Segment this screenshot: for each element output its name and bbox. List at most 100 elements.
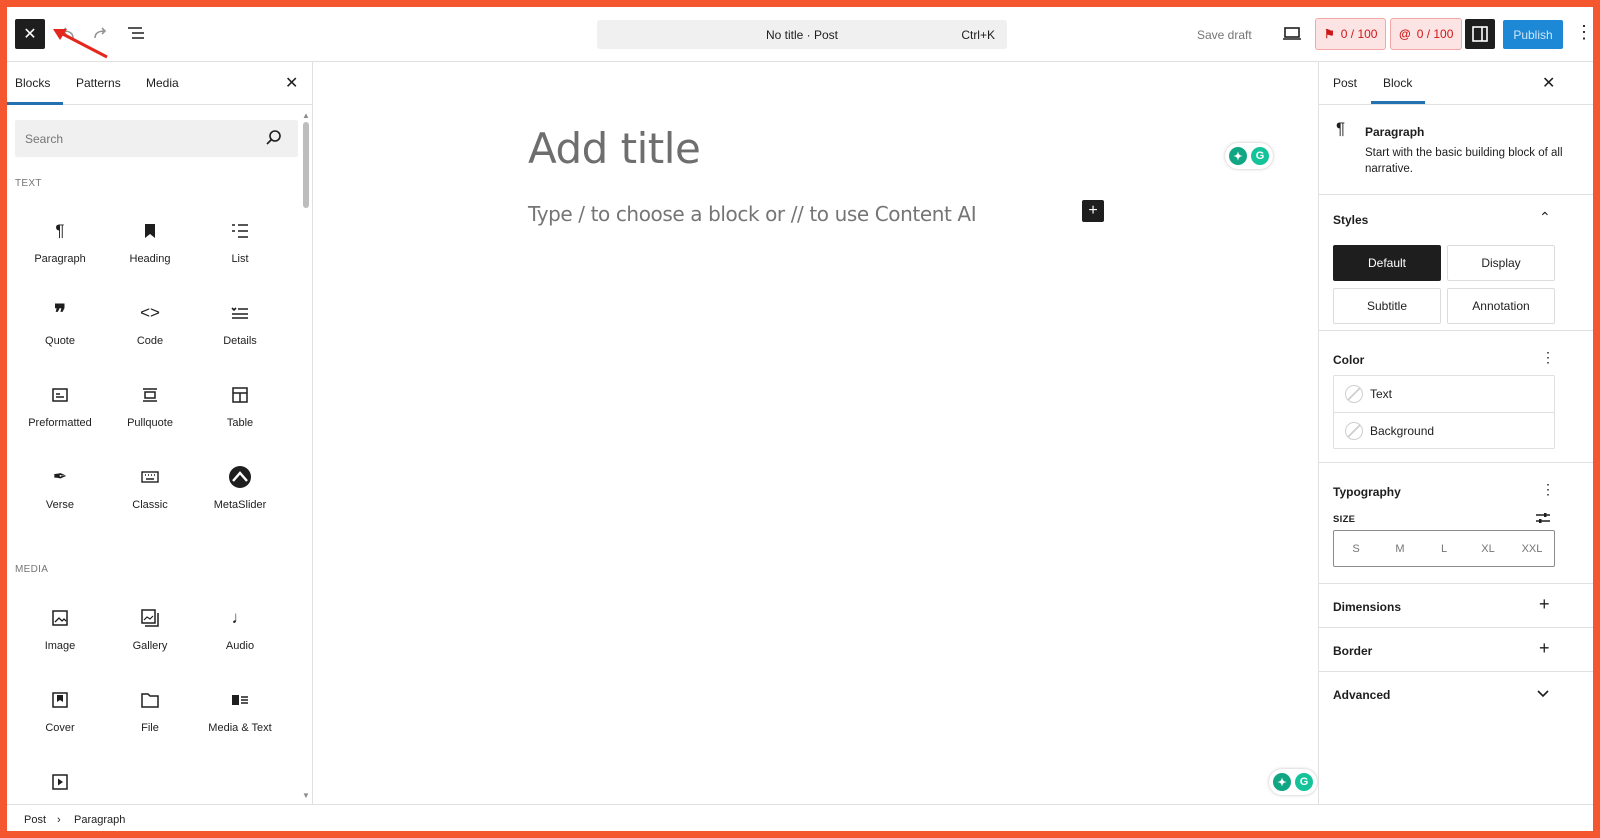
block-image[interactable]: Image — [15, 592, 105, 662]
breadcrumb-post[interactable]: Post — [24, 814, 46, 826]
block-video[interactable] — [15, 756, 105, 804]
block-classic[interactable]: Classic — [105, 451, 195, 521]
scroll-up-icon[interactable]: ▲ — [302, 111, 310, 120]
sidebar-icon — [1472, 26, 1488, 42]
block-label: Audio — [225, 640, 255, 652]
plus-icon[interactable]: + — [1539, 594, 1550, 615]
more-vertical-icon[interactable]: ⋮ — [1541, 481, 1555, 498]
tab-patterns[interactable]: Patterns — [76, 76, 121, 90]
block-heading[interactable]: Heading — [105, 205, 195, 275]
plus-icon[interactable]: + — [1539, 638, 1550, 659]
custom-size-icon[interactable] — [1536, 511, 1550, 525]
styles-panel: Styles ⌃ Default Display Subtitle Annota… — [1319, 195, 1593, 331]
category-text: TEXT — [15, 178, 42, 189]
preview-button[interactable] — [1279, 21, 1305, 47]
video-icon — [48, 770, 72, 794]
advanced-panel[interactable]: Advanced — [1319, 672, 1593, 716]
tab-media[interactable]: Media — [146, 76, 179, 90]
border-panel[interactable]: Border + — [1319, 628, 1593, 672]
tab-block[interactable]: Block — [1383, 76, 1412, 90]
block-pullquote[interactable]: Pullquote — [105, 369, 195, 439]
tab-blocks[interactable]: Blocks — [15, 76, 50, 90]
command-palette-button[interactable]: No title · Post Ctrl+K — [597, 20, 1007, 49]
command-shortcut: Ctrl+K — [961, 28, 995, 42]
advanced-panel-title: Advanced — [1333, 688, 1391, 702]
bulb-icon: ✦ — [1273, 773, 1291, 791]
style-display-button[interactable]: Display — [1447, 245, 1555, 281]
list-icon — [228, 219, 252, 243]
paragraph-icon: ¶ — [55, 221, 65, 240]
block-file[interactable]: File — [105, 674, 195, 744]
metaslider-icon — [228, 465, 252, 489]
grammarly-widget-bottom[interactable]: ✦ G — [1269, 769, 1317, 795]
color-option-label: Background — [1370, 423, 1435, 438]
block-label: Verse — [45, 499, 75, 511]
block-code[interactable]: <> Code — [105, 287, 195, 357]
inserter-tabs: Blocks Patterns Media ✕ — [7, 62, 313, 105]
content-score-button[interactable]: @ 0 / 100 — [1390, 18, 1463, 50]
block-preformatted[interactable]: Preformatted — [15, 369, 105, 439]
image-icon — [48, 606, 72, 630]
grammarly-widget[interactable]: ✦ G — [1225, 143, 1273, 169]
category-media: MEDIA — [15, 564, 49, 575]
seo-score-button[interactable]: ⚑ 0 / 100 — [1315, 18, 1387, 50]
chevron-down-icon[interactable] — [1537, 690, 1549, 698]
close-icon[interactable]: ✕ — [1542, 73, 1555, 93]
size-option-l[interactable]: L — [1424, 543, 1464, 555]
scroll-thumb[interactable] — [303, 122, 309, 208]
list-view-icon — [128, 27, 144, 39]
add-block-button[interactable]: + — [1082, 200, 1104, 222]
audio-icon: ♩ — [231, 608, 249, 627]
breadcrumb-paragraph[interactable]: Paragraph — [74, 814, 125, 826]
block-label: List — [231, 253, 249, 265]
editor-frame: ✕ No title · Post Ctrl+K Save draft ⚑ 0 … — [7, 7, 1593, 831]
close-inserter-button[interactable]: ✕ — [15, 19, 45, 49]
inserter-scrollbar[interactable] — [301, 107, 311, 802]
text-color-option[interactable]: Text — [1334, 376, 1554, 412]
save-draft-button[interactable]: Save draft — [1197, 28, 1252, 42]
color-option-label: Text — [1370, 387, 1393, 401]
dimensions-panel[interactable]: Dimensions + — [1319, 584, 1593, 628]
settings-toggle-button[interactable] — [1465, 19, 1495, 49]
block-list[interactable]: List — [195, 205, 285, 275]
block-cover[interactable]: Cover — [15, 674, 105, 744]
publish-button[interactable]: Publish — [1503, 20, 1563, 49]
block-media-text[interactable]: Media & Text — [195, 674, 285, 744]
scroll-down-icon[interactable]: ▼ — [302, 791, 310, 800]
style-annotation-button[interactable]: Annotation — [1447, 288, 1555, 324]
more-vertical-icon[interactable]: ⋮ — [1541, 349, 1555, 366]
block-search-input[interactable] — [15, 120, 298, 157]
block-paragraph[interactable]: ¶ Paragraph — [15, 205, 105, 275]
background-color-option[interactable]: Background — [1334, 412, 1554, 448]
quote-icon: ❞ — [54, 300, 66, 325]
size-option-xxl[interactable]: XXL — [1512, 543, 1552, 555]
block-table[interactable]: Table — [195, 369, 285, 439]
close-icon[interactable]: ✕ — [285, 73, 298, 93]
style-subtitle-button[interactable]: Subtitle — [1333, 288, 1441, 324]
block-quote[interactable]: ❞ Quote — [15, 287, 105, 357]
tab-post[interactable]: Post — [1333, 76, 1357, 90]
block-gallery[interactable]: Gallery — [105, 592, 195, 662]
post-title-field[interactable]: Add title — [528, 124, 701, 173]
empty-swatch-icon — [1345, 422, 1363, 440]
block-label: Quote — [45, 335, 75, 347]
red-arrow-annotation — [53, 29, 108, 59]
chevron-up-icon[interactable]: ⌃ — [1539, 209, 1551, 226]
block-details[interactable]: Details — [195, 287, 285, 357]
paragraph-block[interactable]: Type / to choose a block or // to use Co… — [528, 202, 977, 226]
style-default-button[interactable]: Default — [1333, 245, 1441, 281]
code-icon: <> — [140, 303, 160, 322]
top-toolbar: ✕ No title · Post Ctrl+K Save draft ⚑ 0 … — [7, 7, 1593, 62]
size-option-xl[interactable]: XL — [1468, 543, 1508, 555]
block-audio[interactable]: ♩ Audio — [195, 592, 285, 662]
block-inserter: Blocks Patterns Media ✕ TEXT ¶ Paragraph… — [7, 62, 313, 804]
block-metaslider[interactable]: MetaSlider — [195, 451, 285, 521]
details-icon — [228, 301, 252, 325]
options-icon[interactable]: ⋮ — [1575, 23, 1593, 41]
block-verse[interactable]: ✒ Verse — [15, 451, 105, 521]
size-option-s[interactable]: S — [1336, 543, 1376, 555]
chevron-right-icon: › — [57, 814, 61, 826]
classic-icon — [138, 465, 162, 489]
styles-panel-title[interactable]: Styles — [1333, 213, 1368, 227]
size-option-m[interactable]: M — [1380, 543, 1420, 555]
